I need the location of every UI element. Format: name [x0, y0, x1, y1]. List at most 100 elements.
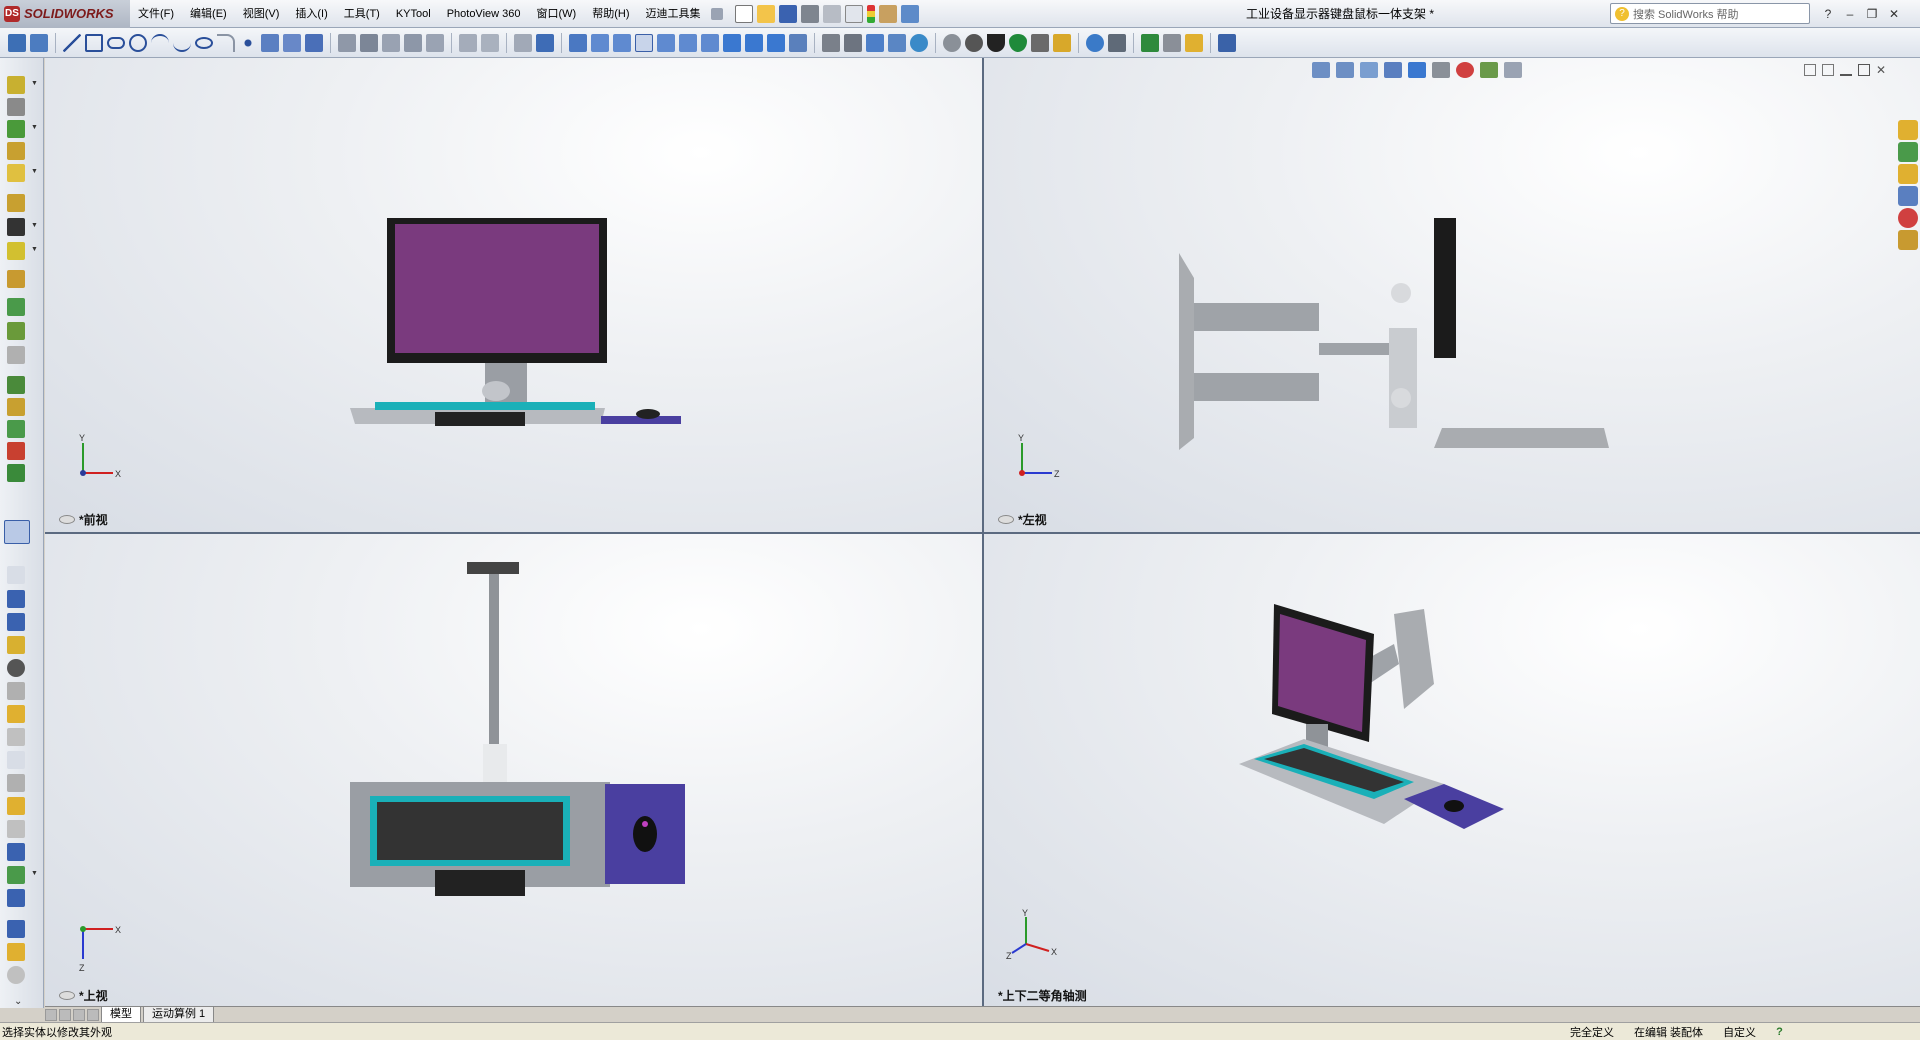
viewport-restore-icon[interactable]	[1858, 64, 1870, 76]
explode-line-icon[interactable]	[7, 346, 25, 364]
tool-icon-l[interactable]	[7, 889, 25, 907]
options-icon[interactable]	[878, 4, 897, 23]
smart-fasteners-icon[interactable]	[7, 142, 25, 160]
help-menu-icon[interactable]: ?	[1820, 7, 1836, 21]
globe-icon[interactable]	[910, 33, 928, 52]
menu-photoview[interactable]: PhotoView 360	[439, 0, 529, 28]
solidworks-logo[interactable]: DS SOLIDWORKS	[0, 0, 130, 28]
camera-icon[interactable]	[1053, 33, 1071, 52]
smart-dimension-icon[interactable]	[30, 33, 48, 52]
move-component-icon[interactable]	[7, 164, 25, 182]
first-tab-icon[interactable]	[45, 1008, 57, 1021]
tool-icon-k[interactable]	[7, 866, 25, 884]
shaded-icon-2[interactable]	[745, 33, 763, 52]
chevron-down-icon[interactable]: ▼	[31, 124, 38, 131]
display-style-icon[interactable]	[1432, 62, 1450, 78]
prev-tab-icon[interactable]	[59, 1008, 71, 1021]
eye-icon[interactable]	[59, 991, 75, 1000]
view-palette-icon[interactable]	[1898, 186, 1918, 206]
zoom-to-fit-icon[interactable]	[1312, 62, 1330, 78]
reference-geometry-icon[interactable]	[7, 242, 25, 260]
measure-icon[interactable]	[789, 33, 807, 52]
section-view-icon[interactable]	[1384, 62, 1402, 78]
eye-icon[interactable]	[998, 515, 1014, 524]
circle-icon[interactable]	[129, 33, 147, 52]
tool-icon-g[interactable]	[7, 728, 25, 746]
four-view-icon[interactable]	[635, 33, 653, 52]
status-units[interactable]: 自定义	[1713, 1024, 1766, 1040]
viewport-tile-icon[interactable]	[1804, 64, 1816, 76]
menu-insert[interactable]: 插入(I)	[287, 0, 335, 28]
tool-icon-j[interactable]	[7, 843, 25, 861]
tool-icon-e[interactable]	[7, 682, 25, 700]
point-icon[interactable]	[239, 33, 257, 52]
offset-icon[interactable]	[360, 33, 378, 52]
trim-icon[interactable]	[283, 33, 301, 52]
print-icon[interactable]	[800, 4, 819, 23]
view-cube-icon-3[interactable]	[657, 33, 675, 52]
tool-icon-d[interactable]	[7, 659, 25, 677]
show-hidden-icon[interactable]	[7, 194, 25, 212]
previous-view-icon[interactable]	[1360, 62, 1378, 78]
menu-tools[interactable]: 工具(T)	[336, 0, 388, 28]
monitor-icon[interactable]	[866, 33, 884, 52]
printer-icon[interactable]	[1163, 33, 1181, 52]
menu-edit[interactable]: 编辑(E)	[182, 0, 235, 28]
custom-properties-icon[interactable]	[1898, 230, 1918, 250]
last-tab-icon[interactable]	[87, 1008, 99, 1021]
script-icon[interactable]	[1218, 33, 1236, 52]
toolbox-icon-4[interactable]	[7, 464, 25, 482]
assembly-features-icon[interactable]	[7, 218, 25, 236]
shaded-icon-3[interactable]	[767, 33, 785, 52]
network-icon[interactable]	[888, 33, 906, 52]
view-cube-icon-5[interactable]	[701, 33, 719, 52]
tool-icon-i[interactable]	[7, 820, 25, 838]
sketch-icon[interactable]	[8, 33, 26, 52]
design-library-icon[interactable]	[1898, 142, 1918, 162]
save-icon[interactable]	[778, 4, 797, 23]
next-tab-icon[interactable]	[73, 1008, 85, 1021]
tool-icon-c[interactable]	[7, 636, 25, 654]
line-icon[interactable]	[63, 33, 81, 52]
pattern-icon[interactable]	[404, 33, 422, 52]
scene-icon[interactable]	[1480, 62, 1498, 78]
sum-icon[interactable]	[7, 751, 25, 769]
viewport-minimize-icon[interactable]	[1840, 64, 1852, 76]
zoom-to-area-icon[interactable]	[1336, 62, 1354, 78]
binoculars-icon[interactable]	[1108, 33, 1126, 52]
appearances-icon[interactable]	[1898, 208, 1918, 228]
toolbox-icon-3[interactable]	[7, 442, 25, 460]
key-icon[interactable]	[822, 33, 840, 52]
view-orientation-icon[interactable]	[1408, 62, 1426, 78]
solidworks-resources-icon[interactable]	[1898, 120, 1918, 140]
excel-icon[interactable]	[1141, 33, 1159, 52]
tool-icon-m[interactable]	[7, 920, 25, 938]
rectangle-icon[interactable]	[85, 33, 103, 52]
search-help-input[interactable]: ? 搜索 SolidWorks 帮助	[1610, 3, 1810, 24]
open-document-icon[interactable]	[756, 4, 775, 23]
convert-icon[interactable]	[382, 33, 400, 52]
mirror-icon[interactable]	[338, 33, 356, 52]
tab-motion-study[interactable]: 运动算例 1	[143, 1006, 215, 1023]
chevron-down-icon[interactable]: ▼	[31, 168, 38, 175]
viewport-close-icon[interactable]: ✕	[1876, 64, 1888, 76]
mate-icon[interactable]	[7, 98, 25, 116]
view-cube-icon-2[interactable]	[613, 33, 631, 52]
arc-icon[interactable]	[151, 33, 169, 52]
warning-icon[interactable]	[7, 797, 25, 815]
menu-file[interactable]: 文件(F)	[130, 0, 182, 28]
ellipse-icon[interactable]	[195, 36, 213, 49]
tool-icon-n[interactable]	[7, 943, 25, 961]
undo-icon[interactable]	[822, 4, 841, 23]
view-cube-icon-1[interactable]	[591, 33, 609, 52]
menu-help[interactable]: 帮助(H)	[584, 0, 637, 28]
tool-icon-a[interactable]	[7, 590, 25, 608]
minimize-icon[interactable]: –	[1842, 7, 1858, 21]
status-help-icon[interactable]: ?	[1766, 1026, 1793, 1038]
export-icon[interactable]	[1185, 33, 1203, 52]
menu-maidi-tools[interactable]: 迈迪工具集	[638, 0, 709, 28]
menu-view[interactable]: 视图(V)	[235, 0, 288, 28]
angle-icon[interactable]	[844, 33, 862, 52]
scroll-down-icon[interactable]: ⌄	[14, 996, 22, 1007]
viewport-isometric[interactable]: Y X Z *上下二等角轴测	[984, 534, 1920, 1008]
